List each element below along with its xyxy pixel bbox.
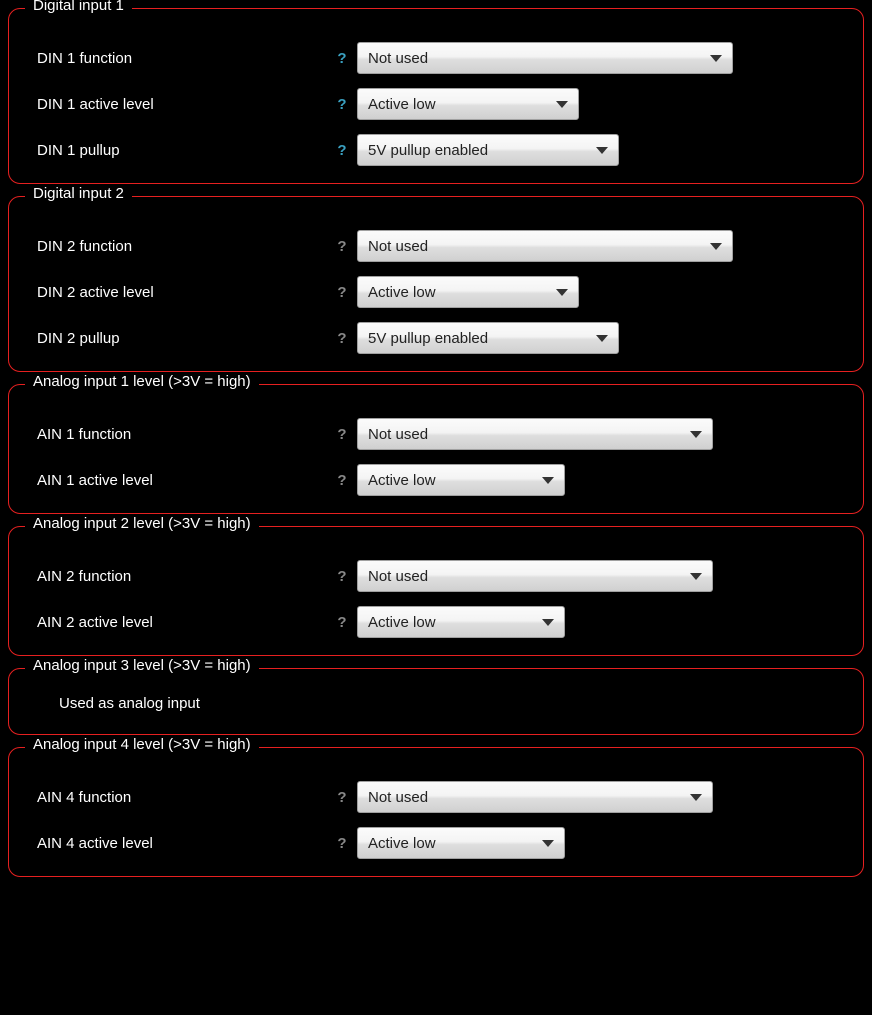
select-value: Active low [368,835,528,852]
chevron-down-icon [596,335,608,342]
chevron-down-icon [690,573,702,580]
label-ain1-function: AIN 1 function [27,426,327,443]
group-analog-input-4: Analog input 4 level (>3V = high) AIN 4 … [8,747,864,877]
group-analog-input-1: Analog input 1 level (>3V = high) AIN 1 … [8,384,864,514]
select-value: Not used [368,238,696,255]
chevron-down-icon [710,243,722,250]
select-ain2-active-level[interactable]: Active low [357,606,565,638]
label-ain1-active-level: AIN 1 active level [27,472,327,489]
group-title: Analog input 2 level (>3V = high) [25,515,259,532]
select-din2-active-level[interactable]: Active low [357,276,579,308]
select-value: Active low [368,284,542,301]
help-icon[interactable]: ? [327,142,357,159]
select-din1-pullup[interactable]: 5V pullup enabled [357,134,619,166]
label-din2-active-level: DIN 2 active level [27,284,327,301]
label-ain2-active-level: AIN 2 active level [27,614,327,631]
help-icon[interactable]: ? [327,284,357,301]
select-ain1-active-level[interactable]: Active low [357,464,565,496]
chevron-down-icon [542,840,554,847]
chevron-down-icon [690,794,702,801]
help-icon[interactable]: ? [327,330,357,347]
label-din1-pullup: DIN 1 pullup [27,142,327,159]
select-ain1-function[interactable]: Not used [357,418,713,450]
select-ain4-active-level[interactable]: Active low [357,827,565,859]
help-icon[interactable]: ? [327,568,357,585]
row-din1-active-level: DIN 1 active level ? Active low [27,85,845,123]
select-din1-function[interactable]: Not used [357,42,733,74]
row-din2-active-level: DIN 2 active level ? Active low [27,273,845,311]
select-value: 5V pullup enabled [368,330,582,347]
label-ain4-function: AIN 4 function [27,789,327,806]
select-din1-active-level[interactable]: Active low [357,88,579,120]
row-ain2-active-level: AIN 2 active level ? Active low [27,603,845,641]
help-icon[interactable]: ? [327,789,357,806]
select-value: Not used [368,789,676,806]
select-value: Active low [368,472,528,489]
help-icon[interactable]: ? [327,614,357,631]
select-value: Not used [368,426,676,443]
select-value: Active low [368,96,542,113]
row-ain4-function: AIN 4 function ? Not used [27,778,845,816]
row-ain1-active-level: AIN 1 active level ? Active low [27,461,845,499]
row-din2-pullup: DIN 2 pullup ? 5V pullup enabled [27,319,845,357]
group-analog-input-2: Analog input 2 level (>3V = high) AIN 2 … [8,526,864,656]
select-value: Active low [368,614,528,631]
help-icon[interactable]: ? [327,50,357,67]
group-title: Analog input 3 level (>3V = high) [25,657,259,674]
chevron-down-icon [710,55,722,62]
group-digital-input-2: Digital input 2 DIN 2 function ? Not use… [8,196,864,372]
select-value: Not used [368,50,696,67]
help-icon[interactable]: ? [327,426,357,443]
select-din2-function[interactable]: Not used [357,230,733,262]
help-icon[interactable]: ? [327,96,357,113]
row-din1-function: DIN 1 function ? Not used [27,39,845,77]
chevron-down-icon [690,431,702,438]
group-title: Analog input 1 level (>3V = high) [25,373,259,390]
group-title: Analog input 4 level (>3V = high) [25,736,259,753]
chevron-down-icon [542,619,554,626]
help-icon[interactable]: ? [327,835,357,852]
row-ain2-function: AIN 2 function ? Not used [27,557,845,595]
select-ain2-function[interactable]: Not used [357,560,713,592]
help-icon[interactable]: ? [327,472,357,489]
label-ain2-function: AIN 2 function [27,568,327,585]
row-ain4-active-level: AIN 4 active level ? Active low [27,824,845,862]
note-ain3-used-as-analog: Used as analog input [27,691,845,716]
select-value: 5V pullup enabled [368,142,582,159]
chevron-down-icon [542,477,554,484]
row-ain1-function: AIN 1 function ? Not used [27,415,845,453]
label-ain4-active-level: AIN 4 active level [27,835,327,852]
label-din1-active-level: DIN 1 active level [27,96,327,113]
chevron-down-icon [556,289,568,296]
select-ain4-function[interactable]: Not used [357,781,713,813]
label-din2-pullup: DIN 2 pullup [27,330,327,347]
chevron-down-icon [556,101,568,108]
select-value: Not used [368,568,676,585]
select-din2-pullup[interactable]: 5V pullup enabled [357,322,619,354]
label-din2-function: DIN 2 function [27,238,327,255]
chevron-down-icon [596,147,608,154]
group-analog-input-3: Analog input 3 level (>3V = high) Used a… [8,668,864,735]
group-title: Digital input 1 [25,0,132,14]
label-din1-function: DIN 1 function [27,50,327,67]
group-digital-input-1: Digital input 1 DIN 1 function ? Not use… [8,8,864,184]
row-din2-function: DIN 2 function ? Not used [27,227,845,265]
group-title: Digital input 2 [25,185,132,202]
row-din1-pullup: DIN 1 pullup ? 5V pullup enabled [27,131,845,169]
help-icon[interactable]: ? [327,238,357,255]
